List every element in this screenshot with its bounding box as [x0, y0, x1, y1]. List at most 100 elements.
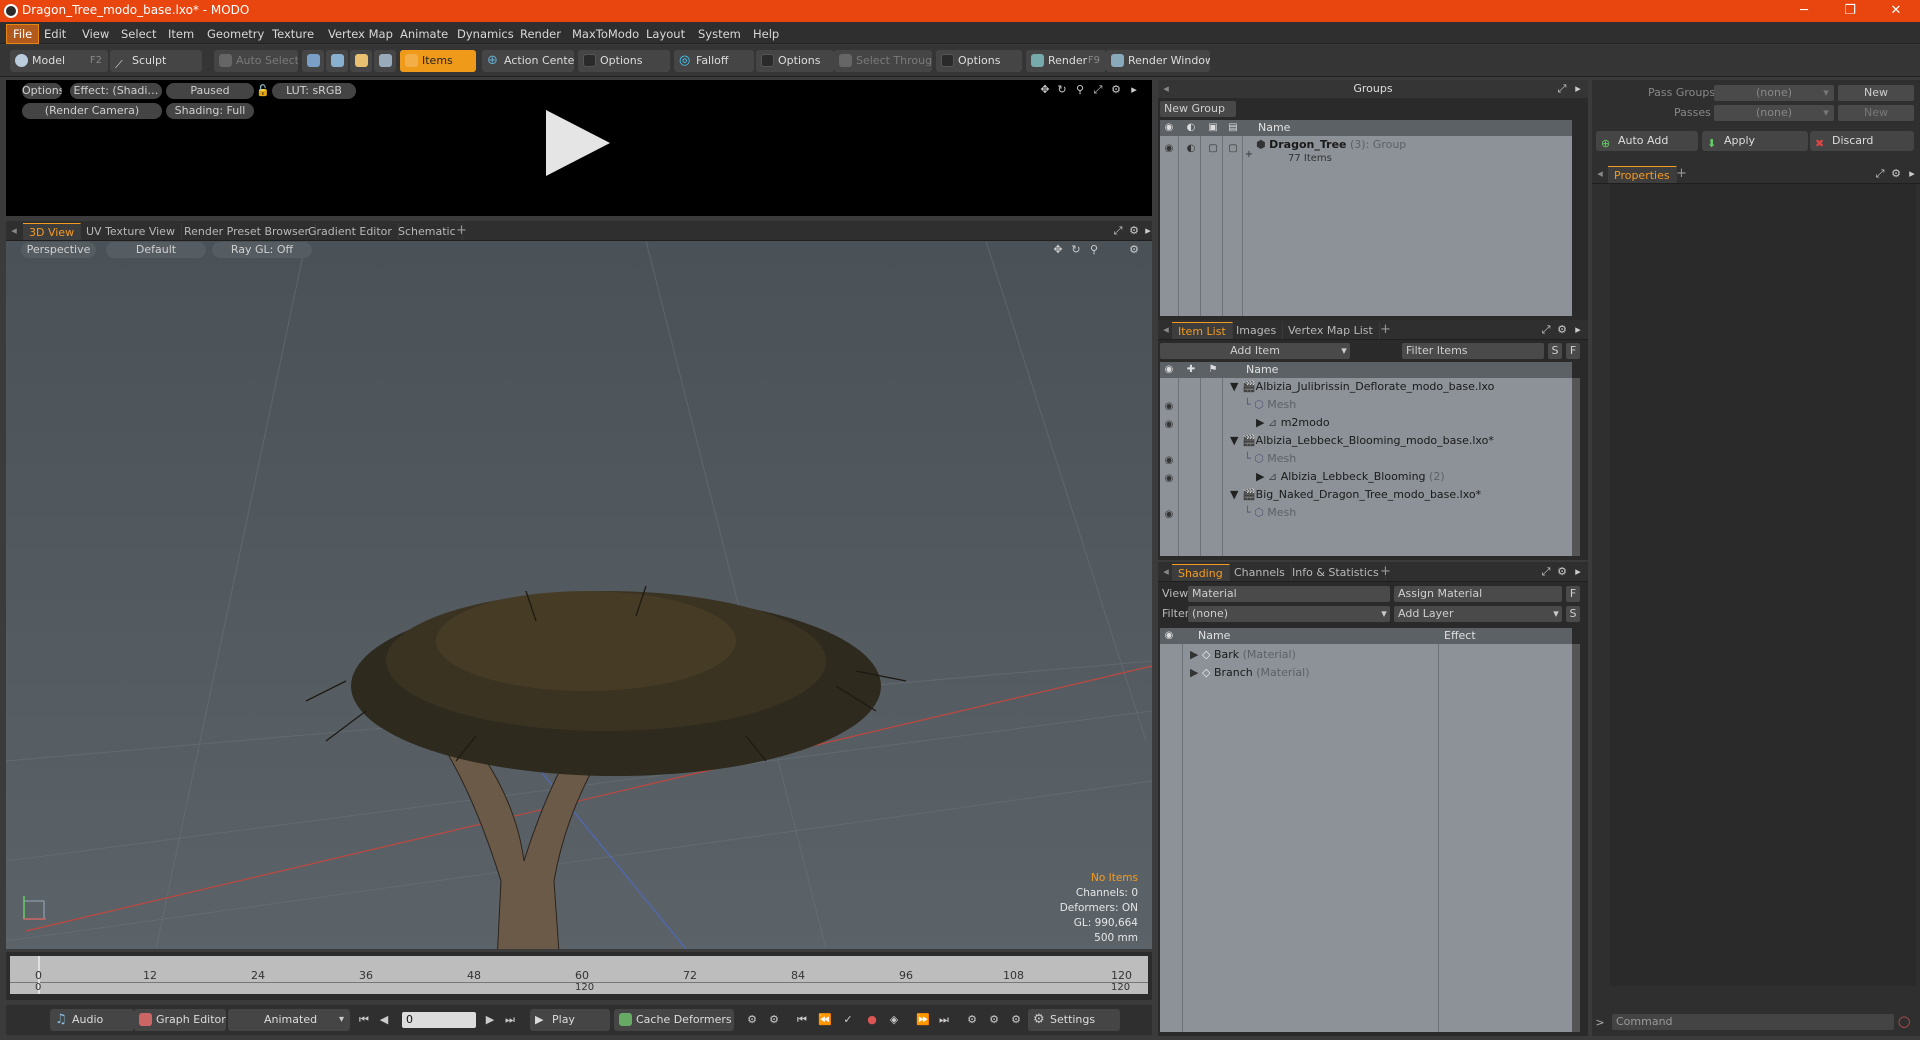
pin-icon[interactable]: ✚	[1184, 365, 1198, 375]
lock-toggle-icon[interactable]: ▢	[1206, 144, 1220, 154]
maximize-panel-icon[interactable]: ⤢	[1092, 84, 1104, 96]
menu-view[interactable]: View	[76, 25, 115, 43]
maximize-panel-icon[interactable]: ⤢	[1112, 225, 1124, 237]
maximize-button[interactable]: ❐	[1827, 0, 1873, 22]
tab-gradient-editor[interactable]: Gradient Editor	[302, 223, 399, 240]
menu-file[interactable]: File	[6, 24, 40, 44]
preview-paused-button[interactable]: Paused	[166, 83, 254, 99]
filter-f-button[interactable]: F	[1566, 343, 1580, 359]
shading-f-button[interactable]: F	[1566, 586, 1580, 602]
add-tab-icon[interactable]: +	[1380, 322, 1391, 337]
add-tab-icon[interactable]: +	[1676, 166, 1687, 181]
passes-dropdown[interactable]: (none)	[1714, 105, 1834, 121]
chevron-right-icon[interactable]: ▸	[1906, 168, 1918, 180]
panel-menu-icon[interactable]: ◂	[1160, 566, 1172, 578]
channel-icon[interactable]: ⚙	[966, 1014, 978, 1026]
settings-button[interactable]: ⚙ Settings	[1028, 1009, 1120, 1031]
rotate-view-icon[interactable]: ↻	[1070, 244, 1082, 256]
gear-icon[interactable]: ⚙	[1556, 324, 1568, 336]
render-window-button[interactable]: Render Window	[1106, 50, 1210, 72]
key-icon[interactable]: ◈	[888, 1014, 900, 1026]
command-input[interactable]: Command	[1612, 1014, 1894, 1030]
panel-menu-icon[interactable]: ◂	[1160, 83, 1172, 95]
select-toggle-icon[interactable]: ▢	[1226, 144, 1240, 154]
falloff-button[interactable]: ◎ Falloff	[674, 50, 754, 72]
polygons-mode-button[interactable]	[350, 50, 372, 72]
tab-vertex-map-list[interactable]: Vertex Map List	[1282, 322, 1380, 339]
item-row-mesh[interactable]: └ ⬡ Mesh	[1244, 450, 1296, 468]
next-key-icon[interactable]: ⏩	[916, 1014, 930, 1026]
chevron-right-icon[interactable]: ▸	[1128, 84, 1140, 96]
animated-dropdown[interactable]: Animated ▾	[228, 1009, 350, 1031]
key-settings-icon[interactable]: ⚙	[768, 1014, 780, 1026]
expand-icon[interactable]: +	[1242, 150, 1256, 160]
gear-icon[interactable]: ⚙	[1110, 84, 1122, 96]
tab-3d-view[interactable]: 3D View	[23, 223, 82, 240]
apply-button[interactable]: ⬇ Apply	[1702, 131, 1808, 151]
filter-s-button[interactable]: S	[1548, 343, 1562, 359]
pass-groups-dropdown[interactable]: (none)	[1714, 85, 1834, 101]
play-button[interactable]: ▶ Play	[530, 1009, 610, 1031]
add-item-dropdown[interactable]: Add Item	[1160, 343, 1350, 359]
chevron-down-icon[interactable]: ▾	[1820, 107, 1832, 119]
materials-mode-button[interactable]	[374, 50, 396, 72]
first-key-icon[interactable]: ⏮	[796, 1014, 808, 1026]
item-list-scrollbar[interactable]	[1572, 378, 1580, 556]
lut-dropdown[interactable]: LUT: sRGB	[272, 83, 356, 99]
eye-icon[interactable]: ◉	[1162, 365, 1176, 375]
auto-add-button[interactable]: ⊕ Auto Add	[1596, 131, 1698, 151]
auto-select-button[interactable]: Auto Select	[214, 50, 298, 72]
vertices-mode-button[interactable]	[302, 50, 324, 72]
ray-gl-dropdown[interactable]: Ray GL: Off	[212, 242, 312, 258]
gear-icon[interactable]: ⚙	[1128, 244, 1140, 256]
previous-key-icon[interactable]: ◀	[378, 1014, 390, 1026]
audio-button[interactable]: ♫ Audio	[50, 1009, 134, 1031]
menu-render[interactable]: Render	[514, 25, 567, 43]
action-center-options-button[interactable]: Options	[578, 50, 670, 72]
go-to-end-icon[interactable]: ⏭	[504, 1014, 516, 1026]
filter-items-input[interactable]: Filter Items	[1402, 343, 1544, 359]
3d-viewport[interactable]: Perspective Default Ray GL: Off ✥ ↻ ⚲ ⚙ …	[6, 241, 1152, 949]
close-button[interactable]: ✕	[1873, 0, 1919, 22]
add-tab-icon[interactable]: +	[456, 223, 467, 238]
chevron-right-icon[interactable]: ▸	[1572, 566, 1584, 578]
discard-button[interactable]: ✖ Discard	[1810, 131, 1914, 151]
eye-icon[interactable]: ◉	[1162, 402, 1176, 412]
eye-icon[interactable]: ◉	[1162, 456, 1176, 466]
gear-icon[interactable]: ⚙	[1556, 566, 1568, 578]
menu-animate[interactable]: Animate	[394, 25, 454, 43]
panel-menu-icon[interactable]: ◂	[1160, 324, 1172, 336]
render-toggle-icon[interactable]: ◐	[1184, 123, 1198, 133]
panel-menu-icon[interactable]: ◂	[8, 225, 20, 237]
eye-icon[interactable]: ◉	[1162, 631, 1176, 641]
new-pass-button[interactable]: New	[1838, 105, 1914, 121]
preview-options-button[interactable]: Options	[22, 83, 62, 99]
item-row-scene[interactable]: ▼ 🎬Albizia_Lebbeck_Blooming_modo_base.lx…	[1230, 432, 1494, 450]
shading-dropdown[interactable]: Shading: Full	[166, 103, 254, 119]
action-center-button[interactable]: ⊕ Action Center	[482, 50, 574, 72]
lock-icon[interactable]: 🔓	[256, 85, 270, 97]
auto-key-icon[interactable]: ✓	[842, 1014, 854, 1026]
tab-images[interactable]: Images	[1230, 322, 1284, 339]
sculpt-mode-button[interactable]: ⟋ Sculpt	[110, 50, 202, 72]
maximize-panel-icon[interactable]: ⤢	[1874, 168, 1886, 180]
rotate-view-icon[interactable]: ↻	[1056, 84, 1068, 96]
render-camera-dropdown[interactable]: (Render Camera)	[22, 103, 162, 119]
zoom-view-icon[interactable]: ⚲	[1074, 84, 1086, 96]
panel-menu-icon[interactable]: ◂	[1594, 168, 1606, 180]
item-row-scene[interactable]: ▼ 🎬Big_Naked_Dragon_Tree_modo_base.lxo*	[1230, 486, 1481, 504]
tab-channels[interactable]: Channels	[1228, 564, 1292, 581]
tab-item-list[interactable]: Item List	[1172, 322, 1233, 339]
graph-editor-button[interactable]: Graph Editor	[134, 1009, 226, 1031]
material-row-branch[interactable]: ▶ ◇ Branch (Material)	[1190, 664, 1310, 682]
menu-layout[interactable]: Layout	[640, 25, 691, 43]
new-pass-group-button[interactable]: New	[1838, 85, 1914, 101]
select-through-options-button[interactable]: Options	[936, 50, 1022, 72]
current-frame-field[interactable]: 0	[402, 1012, 476, 1028]
maximize-panel-icon[interactable]: ⤢	[1540, 566, 1552, 578]
menu-maxtomodo[interactable]: MaxToModo	[566, 25, 645, 43]
preview-effect-dropdown[interactable]: Effect: (Shadi…	[70, 83, 162, 99]
next-key-icon[interactable]: ▶	[484, 1014, 496, 1026]
model-mode-button[interactable]: Model F2	[10, 50, 108, 72]
eye-icon[interactable]: ◉	[1162, 510, 1176, 520]
